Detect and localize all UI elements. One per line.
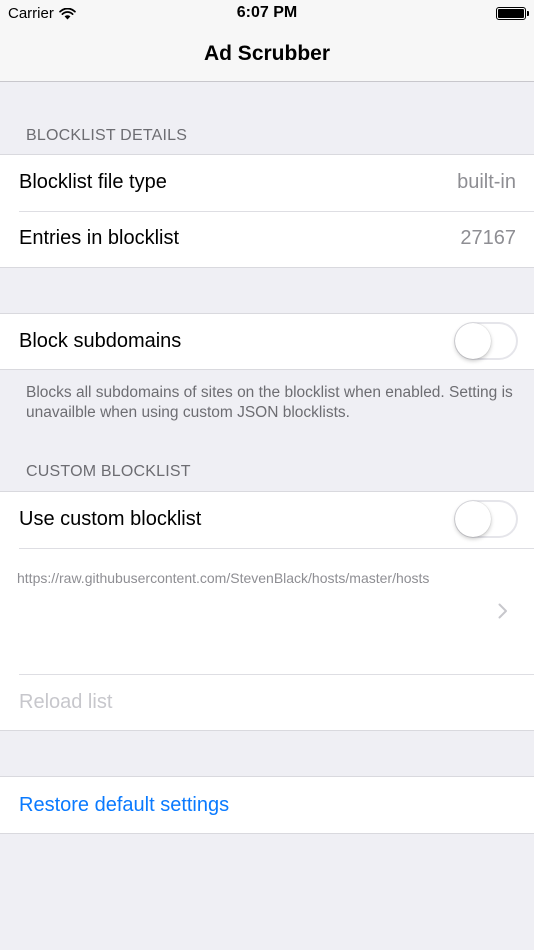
- use-custom-blocklist-label: Use custom blocklist: [19, 508, 202, 530]
- reload-list-row[interactable]: Reload list: [0, 675, 534, 731]
- section-header-blocklist-details: BLOCKLIST DETAILS: [26, 127, 188, 144]
- block-subdomains-label: Block subdomains: [19, 330, 182, 352]
- block-subdomains-footer: Blocks all subdomains of sites on the bl…: [26, 384, 513, 421]
- custom-blocklist-url-row[interactable]: https://raw.githubusercontent.com/Steven…: [0, 549, 534, 674]
- blocklist-details-group: Blocklist file type built-in Entries in …: [0, 154, 534, 268]
- chevron-right-icon: [498, 603, 507, 619]
- block-subdomains-toggle[interactable]: [454, 322, 518, 360]
- blocklist-file-type-value: built-in: [457, 171, 516, 193]
- custom-blocklist-group: Use custom blocklist https://raw.githubu…: [0, 491, 534, 731]
- page-title: Ad Scrubber: [203, 42, 331, 65]
- status-bar: Carrier 6:07 PM: [0, 0, 534, 28]
- section-header-custom-blocklist: CUSTOM BLOCKLIST: [26, 463, 191, 480]
- status-time: 6:07 PM: [236, 4, 298, 21]
- use-custom-blocklist-row: Use custom blocklist: [0, 492, 534, 548]
- restore-row[interactable]: Restore default settings: [0, 777, 534, 833]
- toggle-knob: [455, 323, 491, 359]
- custom-blocklist-url: https://raw.githubusercontent.com/Steven…: [17, 570, 430, 586]
- restore-default-settings-button[interactable]: Restore default settings: [19, 794, 229, 817]
- toggle-knob: [455, 501, 491, 537]
- entries-in-blocklist-label: Entries in blocklist: [19, 227, 180, 249]
- block-subdomains-group: Block subdomains: [0, 313, 534, 370]
- block-subdomains-row: Block subdomains: [0, 314, 534, 369]
- blocklist-file-type-label: Blocklist file type: [19, 171, 167, 193]
- entries-in-blocklist-row: Entries in blocklist 27167: [0, 212, 534, 268]
- entries-in-blocklist-value: 27167: [460, 227, 516, 249]
- navigation-bar: Ad Scrubber: [0, 28, 534, 82]
- reload-list-button[interactable]: Reload list: [19, 691, 112, 714]
- restore-group: Restore default settings: [0, 776, 534, 834]
- battery-full-icon: [496, 7, 529, 20]
- blocklist-file-type-row: Blocklist file type built-in: [0, 155, 534, 211]
- use-custom-blocklist-toggle[interactable]: [454, 500, 518, 538]
